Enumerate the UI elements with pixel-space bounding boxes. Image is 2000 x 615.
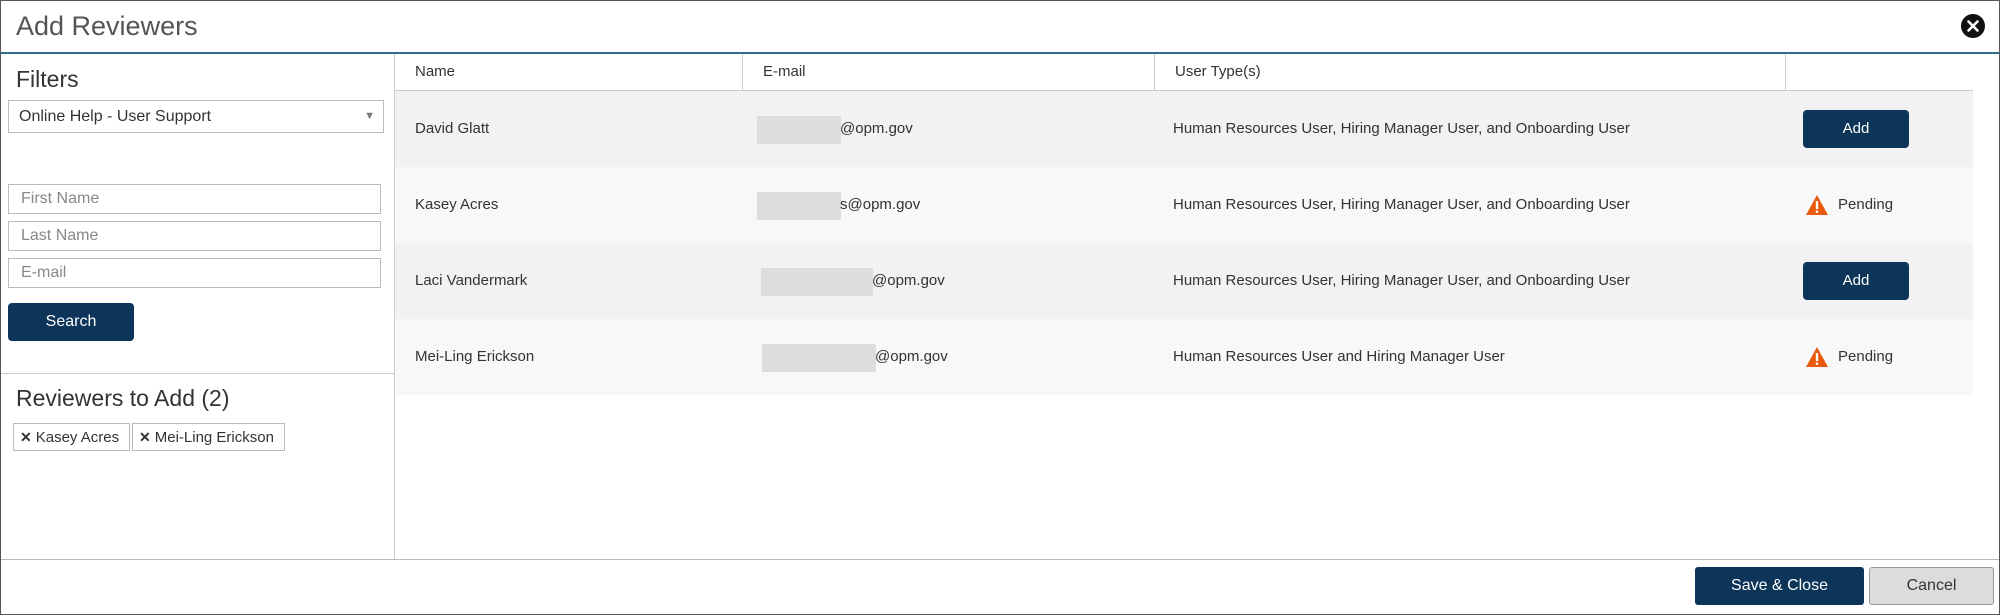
search-button[interactable]: Search — [8, 303, 134, 341]
table-row: Mei-Ling Erickson @opm.gov Human Resourc… — [395, 319, 1973, 395]
add-reviewers-dialog: Add Reviewers Filters Online Help - User… — [0, 0, 2000, 615]
redacted-email — [757, 116, 841, 144]
reviewer-user-types: Human Resources User, Hiring Manager Use… — [1173, 196, 1630, 213]
column-header-email: E-mail — [743, 54, 1155, 90]
caret-down-icon: ▼ — [364, 110, 375, 122]
cancel-button[interactable]: Cancel — [1869, 567, 1994, 605]
last-name-input[interactable] — [8, 221, 381, 251]
table-row: Laci Vandermark @opm.gov Human Resources… — [395, 243, 1973, 319]
reviewer-chip[interactable]: ✕ Mei-Ling Erickson — [132, 423, 285, 451]
table-header: Name E-mail User Type(s) — [395, 54, 1973, 91]
reviewer-name: Laci Vandermark — [415, 272, 528, 289]
column-header-user-types: User Type(s) — [1155, 54, 1786, 90]
pending-label: Pending — [1838, 196, 1894, 213]
redacted-email — [761, 268, 873, 296]
close-icon[interactable] — [1961, 14, 1985, 38]
warning-icon — [1806, 347, 1828, 367]
reviewer-name: David Glatt — [415, 120, 490, 137]
redacted-email — [762, 344, 876, 372]
redacted-email — [757, 192, 841, 220]
reviewer-user-types: Human Resources User, Hiring Manager Use… — [1173, 120, 1630, 137]
reviewer-email: @opm.gov — [872, 272, 945, 289]
reviewer-name: Mei-Ling Erickson — [415, 348, 535, 365]
remove-icon[interactable]: ✕ — [139, 429, 151, 445]
table-row: David Glatt @opm.gov Human Resources Use… — [395, 91, 1973, 167]
reviewers-to-add-heading: Reviewers to Add (2) — [16, 385, 230, 411]
dialog-header: Add Reviewers — [1, 1, 1999, 54]
add-button[interactable]: Add — [1803, 110, 1909, 148]
chip-label: Mei-Ling Erickson — [154, 429, 274, 446]
filters-heading: Filters — [16, 66, 79, 92]
email-input[interactable] — [8, 258, 381, 288]
footer-divider — [1, 559, 1999, 560]
reviewer-user-types: Human Resources User, Hiring Manager Use… — [1173, 272, 1630, 289]
group-select-value: Online Help - User Support — [19, 108, 212, 125]
remove-icon[interactable]: ✕ — [20, 429, 32, 445]
filters-sidebar: Filters Online Help - User Support ▼ Sea… — [1, 54, 395, 559]
table-row: Kasey Acres s@opm.gov Human Resources Us… — [395, 167, 1973, 243]
reviewer-email: @opm.gov — [840, 120, 913, 137]
reviewer-chip[interactable]: ✕ Kasey Acres — [13, 423, 131, 451]
save-and-close-button[interactable]: Save & Close — [1695, 567, 1864, 605]
sidebar-divider — [1, 373, 394, 374]
reviewer-email: s@opm.gov — [840, 196, 921, 213]
dialog-title: Add Reviewers — [16, 11, 198, 41]
reviewer-email: @opm.gov — [875, 348, 948, 365]
first-name-input[interactable] — [8, 184, 381, 214]
reviewer-user-types: Human Resources User and Hiring Manager … — [1173, 348, 1505, 365]
chip-label: Kasey Acres — [35, 429, 120, 446]
add-button[interactable]: Add — [1803, 262, 1909, 300]
warning-icon — [1806, 195, 1828, 215]
column-header-name: Name — [395, 54, 743, 90]
column-header-action — [1786, 54, 1973, 90]
reviewer-name: Kasey Acres — [415, 196, 499, 213]
pending-label: Pending — [1838, 348, 1894, 365]
group-select[interactable]: Online Help - User Support ▼ — [8, 100, 384, 133]
